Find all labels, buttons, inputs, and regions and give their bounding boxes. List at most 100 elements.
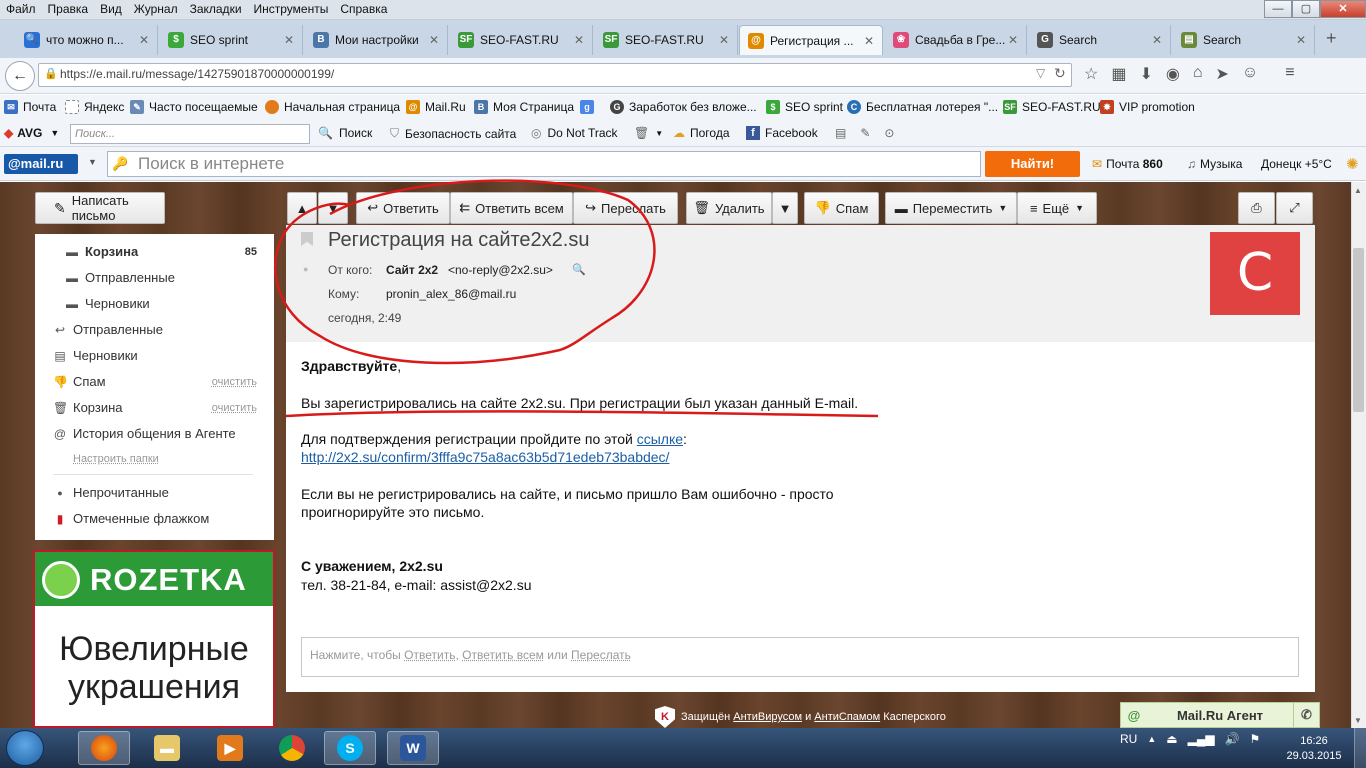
folder-trash[interactable]: 🗑 Корзина очистить	[53, 400, 267, 415]
taskbar-word[interactable]: W	[387, 731, 439, 765]
sender-name[interactable]: Сайт 2x2	[386, 263, 438, 277]
menu-bookmarks[interactable]: Закладки	[184, 0, 248, 16]
show-desktop-button[interactable]	[1354, 728, 1366, 768]
home-icon[interactable]: ⌂	[1193, 64, 1203, 84]
send-icon[interactable]: ➤	[1216, 64, 1229, 84]
quick-reply-link[interactable]: Ответить	[404, 648, 455, 662]
flag-tray-icon[interactable]: ⚑	[1250, 732, 1261, 746]
menu-file[interactable]: Файл	[0, 0, 42, 16]
bookmark-my-page[interactable]: В Моя Страница	[474, 100, 574, 114]
folder-sent[interactable]: ↩ Отправленные	[53, 322, 267, 337]
tab-close-icon[interactable]: ✕	[1008, 33, 1018, 47]
site-security-button[interactable]: ⛉ Безопасность сайта	[390, 126, 516, 141]
clock[interactable]: 16:26 29.03.2015	[1284, 734, 1344, 764]
filter-flagged[interactable]: ▮ Отмеченные флажком	[53, 511, 267, 526]
tab-seofast-2[interactable]: SF SEO-FAST.RU ✕	[595, 25, 738, 55]
menu-icon[interactable]: ≡	[1285, 64, 1294, 84]
menu-help[interactable]: Справка	[334, 0, 393, 16]
scrollbar-thumb[interactable]	[1353, 248, 1364, 412]
tab-seo-sprint[interactable]: $ SEO sprint ✕	[160, 25, 303, 55]
reload-icon[interactable]: ↻	[1054, 65, 1066, 82]
tab-search-2[interactable]: ▤ Search ✕	[1173, 25, 1315, 55]
tab-registration[interactable]: @ Регистрация ... ✕	[739, 25, 883, 55]
tab-close-icon[interactable]: ✕	[139, 33, 149, 47]
notepad-icon[interactable]: ✎	[860, 126, 870, 140]
taskbar-explorer[interactable]: ▬	[141, 731, 193, 765]
filter-unread[interactable]: ● Непрочитанные	[53, 485, 267, 500]
internet-search-input[interactable]: Поиск в интернете	[107, 151, 981, 177]
back-button[interactable]: ←	[5, 61, 35, 91]
language-indicator[interactable]: RU	[1120, 732, 1137, 746]
confirm-url-link[interactable]: http://2x2.su/confirm/3fffa9c75a8ac63b5d…	[301, 449, 669, 465]
bookmark-seo-sprint[interactable]: $ SEO sprint	[766, 100, 843, 114]
folder-trash-sub[interactable]: ▬ Корзина 85	[65, 244, 267, 259]
forward-button[interactable]: ↪ Переслать	[573, 192, 678, 224]
bookmark-seofast[interactable]: SF SEO-FAST.RU	[1003, 100, 1101, 114]
scroll-down-icon[interactable]: ▼	[1354, 716, 1362, 725]
prev-message-button[interactable]: ▲	[287, 192, 317, 224]
clear-trash-link[interactable]: очистить	[212, 402, 257, 414]
antispam-link[interactable]: АнтиСпамом	[814, 711, 880, 723]
magnifier-icon[interactable]: 🔍	[572, 263, 586, 276]
confirm-link-word[interactable]: ссылке	[637, 431, 683, 447]
taskbar-skype[interactable]: S	[324, 731, 376, 765]
tab-wedding[interactable]: ❀ Свадьба в Гре... ✕	[885, 25, 1027, 55]
quick-reply-all-link[interactable]: Ответить всем	[462, 648, 544, 662]
move-button[interactable]: ▬ Переместить ▼	[885, 192, 1017, 224]
quick-forward-link[interactable]: Переслать	[571, 648, 631, 662]
globe-icon[interactable]: ◉	[1166, 64, 1180, 84]
folder-drafts-sub[interactable]: ▬ Черновики	[65, 296, 267, 311]
quick-reply-box[interactable]: Нажмите, чтобы Ответить, Ответить всем и…	[301, 637, 1299, 677]
mailru-agent-bar[interactable]: @ Mail.Ru Агент ✆	[1120, 702, 1320, 728]
print-button[interactable]: ⎙	[1238, 192, 1275, 224]
tab-vk-settings[interactable]: В Мои настройки ✕	[305, 25, 448, 55]
tray-expand-icon[interactable]: ▲	[1147, 734, 1156, 744]
folder-agent-history[interactable]: @ История общения в Агенте	[53, 426, 267, 441]
taskbar-media-player[interactable]: ▶	[204, 731, 256, 765]
bookmark-mailru[interactable]: @ Mail.Ru	[406, 100, 466, 114]
menu-edit[interactable]: Правка	[42, 0, 95, 16]
tab-close-icon[interactable]: ✕	[864, 34, 874, 48]
bookmark-frequent[interactable]: ✎ Часто посещаемые	[130, 100, 258, 114]
tab-close-icon[interactable]: ✕	[574, 33, 584, 47]
reply-all-button[interactable]: ⇇ Ответить всем	[450, 192, 573, 224]
unread-dot-icon[interactable]: ●	[303, 264, 308, 274]
delete-button[interactable]: 🗑 Удалить	[686, 192, 772, 224]
sender-email[interactable]: <no-reply@2x2.su>	[448, 263, 553, 277]
calculator-icon[interactable]: ▤	[835, 126, 846, 140]
tab-close-icon[interactable]: ✕	[1296, 33, 1306, 47]
avg-logo[interactable]: ◆ AVG ▼	[4, 126, 59, 140]
screenshot-icon[interactable]: ⊙	[884, 126, 894, 140]
download-icon[interactable]: ⬇	[1139, 64, 1152, 84]
expand-button[interactable]: ⤢	[1276, 192, 1313, 224]
minimize-button[interactable]: —	[1264, 0, 1292, 18]
delete-dropdown-button[interactable]: ▼	[772, 192, 798, 224]
taskbar-chrome[interactable]	[266, 731, 318, 765]
chevron-down-icon[interactable]: ▼	[88, 157, 97, 167]
dropdown-arrow-icon[interactable]: ▽	[1036, 66, 1045, 80]
scroll-up-icon[interactable]: ▲	[1354, 186, 1362, 195]
usb-icon[interactable]: ⏏	[1166, 732, 1177, 746]
tab-google-search[interactable]: G Search ✕	[1029, 25, 1171, 55]
avg-search-input[interactable]: Поиск...	[70, 124, 310, 144]
maximize-button[interactable]: ▢	[1292, 0, 1320, 18]
tab-seofast-1[interactable]: SF SEO-FAST.RU ✕	[450, 25, 593, 55]
menu-history[interactable]: Журнал	[128, 0, 184, 16]
facebook-button[interactable]: f Facebook	[746, 126, 818, 140]
clear-spam-link[interactable]: очистить	[212, 376, 257, 388]
lock-icon[interactable]: 🔒	[44, 67, 58, 80]
bookmark-google-plus[interactable]: g	[580, 100, 599, 114]
bookmark-vip[interactable]: ✸ VIP promotion	[1100, 100, 1195, 114]
trash-button[interactable]: 🗑 ▼	[634, 126, 663, 140]
tab-close-icon[interactable]: ✕	[719, 33, 729, 47]
do-not-track-button[interactable]: ◎ Do Not Track	[531, 126, 618, 140]
tab-close-icon[interactable]: ✕	[1152, 33, 1162, 47]
folder-sent-sub[interactable]: ▬ Отправленные	[65, 270, 267, 285]
recipient-email[interactable]: pronin_alex_86@mail.ru	[386, 287, 516, 301]
chat-icon[interactable]: ☺	[1242, 64, 1258, 84]
phone-icon[interactable]: ✆	[1293, 703, 1319, 727]
bookmark-start-page[interactable]: Начальная страница	[265, 100, 400, 114]
configure-folders-link[interactable]: Настроить папки	[73, 453, 159, 465]
menu-tools[interactable]: Инструменты	[248, 0, 335, 16]
bookmark-pochta[interactable]: ✉ Почта	[4, 100, 56, 114]
